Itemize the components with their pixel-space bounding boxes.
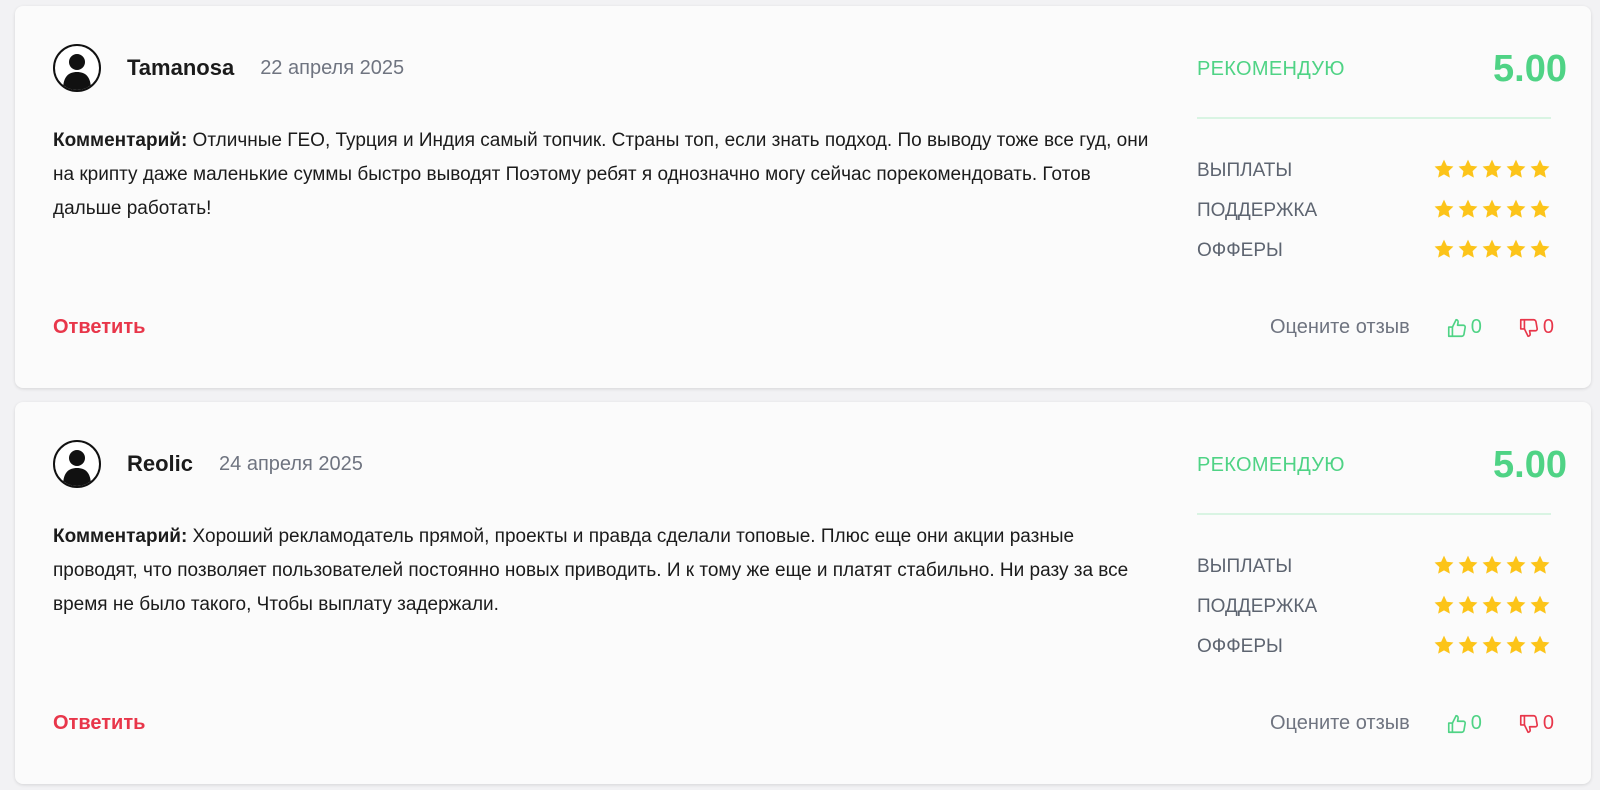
review-header: Tamanosa 22 апреля 2025 (53, 44, 404, 92)
star-icon (1506, 635, 1526, 654)
reply-button[interactable]: Ответить (53, 316, 145, 339)
comment-text: Комментарий: Отличные ГЕО, Турция и Инди… (53, 124, 1163, 226)
user-silhouette-icon (63, 450, 91, 486)
criterion-label: ВЫПЛАТЫ (1197, 556, 1293, 577)
criterion-label: ВЫПЛАТЫ (1197, 160, 1293, 181)
star-icon (1458, 635, 1478, 654)
criterion-support: ПОДДЕРЖКА (1197, 196, 1551, 226)
comment-body: Отличные ГЕО, Турция и Индия самый топчи… (53, 130, 1149, 219)
divider (1197, 117, 1551, 119)
thumbs-down-icon (1519, 714, 1538, 733)
criterion-label: ОФФЕРЫ (1197, 636, 1283, 657)
star-icon (1434, 159, 1454, 178)
comment-label: Комментарий: (53, 130, 188, 151)
dislike-button[interactable]: 0 (1518, 316, 1554, 339)
star-icon (1482, 199, 1502, 218)
star-icon (1506, 555, 1526, 574)
star-icon (1506, 199, 1526, 218)
star-icon (1434, 239, 1454, 258)
star-icon (1482, 555, 1502, 574)
like-count: 0 (1470, 316, 1482, 338)
author-name: Tamanosa (127, 55, 235, 80)
star-icon (1482, 239, 1502, 258)
star-icon (1530, 199, 1550, 218)
criterion-support: ПОДДЕРЖКА (1197, 592, 1551, 622)
star-icon (1434, 555, 1454, 574)
comment-text: Комментарий: Хороший рекламодатель прямо… (53, 520, 1163, 622)
rating-score: 5.00 (1493, 444, 1567, 486)
star-rating (1431, 594, 1551, 616)
star-icon (1482, 595, 1502, 614)
star-rating (1431, 554, 1551, 576)
star-icon (1458, 595, 1478, 614)
reply-button[interactable]: Ответить (53, 712, 145, 735)
review-header: Reolic 24 апреля 2025 (53, 440, 363, 488)
criterion-label: ПОДДЕРЖКА (1197, 200, 1318, 221)
rating-score: 5.00 (1493, 48, 1567, 90)
verdict-label: РЕКОМЕНДУЮ (1197, 58, 1345, 80)
star-icon (1530, 595, 1550, 614)
review-date: 24 апреля 2025 (219, 452, 363, 475)
rate-review-label: Оцените отзыв (1269, 316, 1410, 338)
star-icon (1506, 595, 1526, 614)
star-icon (1458, 555, 1478, 574)
like-count: 0 (1470, 712, 1482, 734)
criterion-label: ПОДДЕРЖКА (1197, 596, 1318, 617)
rate-review-label: Оцените отзыв (1269, 712, 1410, 734)
star-rating (1431, 158, 1551, 180)
reviews-list: Tamanosa 22 апреля 2025 Комментарий: Отл… (0, 0, 1600, 790)
comment-body: Хороший рекламодатель прямой, проекты и … (53, 526, 1129, 615)
star-rating (1431, 634, 1551, 656)
star-icon (1458, 239, 1478, 258)
criterion-offers: ОФФЕРЫ (1197, 632, 1551, 662)
star-icon (1458, 159, 1478, 178)
review-card: Tamanosa 22 апреля 2025 Комментарий: Отл… (15, 6, 1591, 388)
verdict-label: РЕКОМЕНДУЮ (1197, 454, 1345, 476)
user-silhouette-icon (63, 54, 91, 90)
thumbs-up-icon (1447, 714, 1466, 733)
star-icon (1530, 555, 1550, 574)
rate-review: Оцените отзыв 0 0 (1270, 316, 1554, 339)
dislike-count: 0 (1542, 712, 1554, 734)
avatar (53, 44, 101, 92)
star-icon (1530, 159, 1550, 178)
star-rating (1431, 198, 1551, 220)
star-icon (1482, 635, 1502, 654)
dislike-count: 0 (1542, 316, 1554, 338)
review-date: 22 апреля 2025 (260, 56, 405, 79)
star-icon (1506, 159, 1526, 178)
star-icon (1482, 159, 1502, 178)
star-icon (1434, 635, 1454, 654)
star-icon (1458, 199, 1478, 218)
star-icon (1434, 595, 1454, 614)
star-icon (1434, 199, 1454, 218)
star-icon (1506, 239, 1526, 258)
criterion-payouts: ВЫПЛАТЫ (1197, 552, 1551, 582)
star-icon (1530, 635, 1550, 654)
thumbs-down-icon (1519, 318, 1538, 337)
author-name: Reolic (127, 451, 194, 476)
rate-review: Оцените отзыв 0 0 (1270, 712, 1554, 735)
divider (1197, 513, 1551, 515)
dislike-button[interactable]: 0 (1518, 712, 1554, 735)
review-card: Reolic 24 апреля 2025 Комментарий: Хорош… (15, 402, 1591, 784)
like-button[interactable]: 0 (1446, 316, 1482, 339)
like-button[interactable]: 0 (1446, 712, 1482, 735)
comment-label: Комментарий: (53, 526, 188, 547)
star-icon (1530, 239, 1550, 258)
thumbs-up-icon (1447, 318, 1466, 337)
criterion-label: ОФФЕРЫ (1197, 240, 1283, 261)
star-rating (1431, 238, 1551, 260)
avatar (53, 440, 101, 488)
criterion-payouts: ВЫПЛАТЫ (1197, 156, 1551, 186)
criterion-offers: ОФФЕРЫ (1197, 236, 1551, 266)
